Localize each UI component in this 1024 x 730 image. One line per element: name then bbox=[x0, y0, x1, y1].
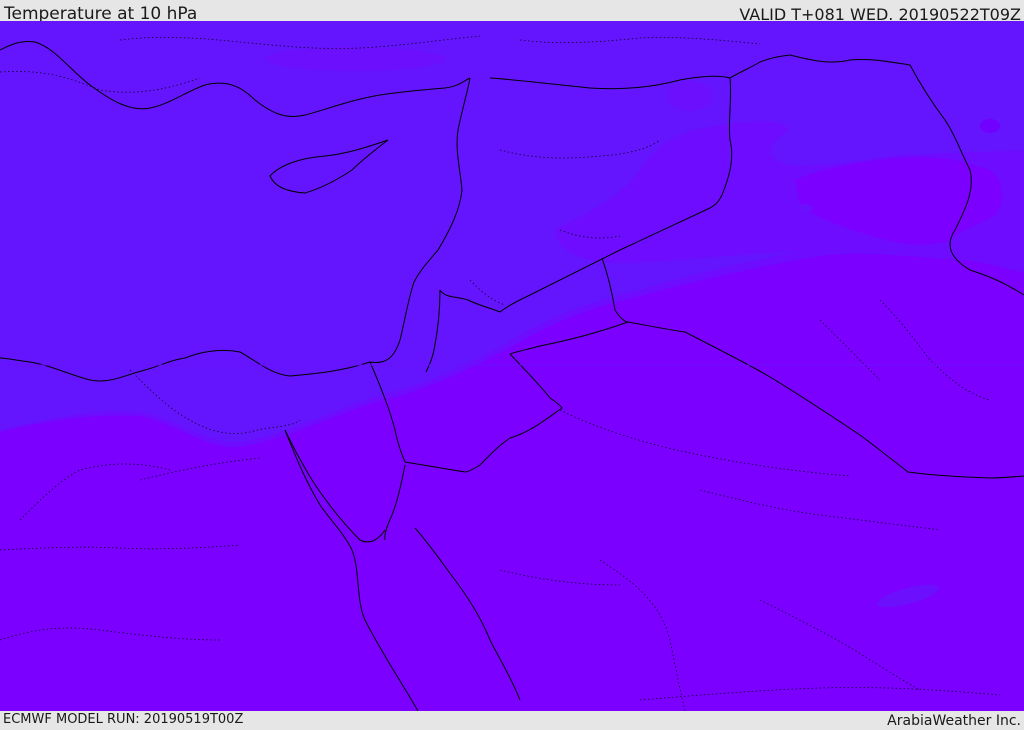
footer-bar: ECMWF MODEL RUN: 20190519T00Z ArabiaWeat… bbox=[0, 711, 1024, 729]
mid-zone-blob bbox=[265, 47, 445, 71]
temperature-map[interactable] bbox=[0, 21, 1024, 711]
model-run-label: ECMWF MODEL RUN: 20190519T00Z bbox=[3, 712, 244, 727]
cold-pocket bbox=[980, 119, 1000, 133]
cold-pocket bbox=[797, 204, 813, 212]
mid-zone-blob bbox=[668, 81, 712, 111]
credit-label: ArabiaWeather Inc. bbox=[887, 713, 1021, 729]
header-bar: Temperature at 10 hPa VALID T+081 WED. 2… bbox=[0, 0, 1024, 24]
